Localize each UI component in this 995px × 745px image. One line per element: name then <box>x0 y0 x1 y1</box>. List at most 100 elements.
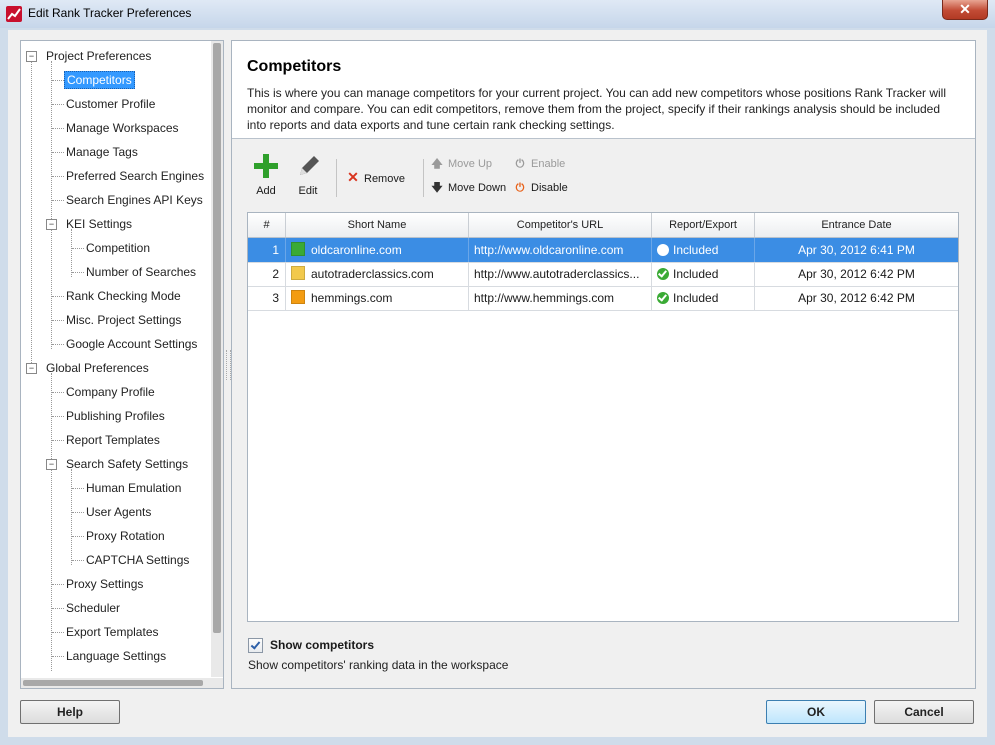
tree-item-captcha-settings[interactable]: CAPTCHA Settings <box>86 550 189 570</box>
tree-item-google-account-settings[interactable]: Google Account Settings <box>66 334 197 354</box>
scrollbar-thumb[interactable] <box>23 680 203 686</box>
tree-item-language-settings[interactable]: Language Settings <box>66 646 166 666</box>
entrance-date-cell: Apr 30, 2012 6:42 PM <box>798 291 915 305</box>
tree-item-export-templates[interactable]: Export Templates <box>66 622 159 642</box>
disable-button[interactable]: ⏻ Disable <box>513 179 568 197</box>
power-icon: ⏻ <box>515 182 525 194</box>
included-check-icon <box>657 244 669 256</box>
move-down-button[interactable]: 🡇 Move Down <box>430 179 506 197</box>
panel-header: Competitors This is where you can manage… <box>232 41 975 139</box>
tree-item-misc-project-settings[interactable]: Misc. Project Settings <box>66 310 181 330</box>
tree-line <box>52 200 64 201</box>
column-header-url[interactable]: Competitor's URL <box>469 213 652 237</box>
tree-line <box>71 229 72 277</box>
dialog-client-area: − Project Preferences Competitors Custom… <box>8 30 987 737</box>
table-row[interactable]: 3 hemmings.com http://www.hemmings.com I… <box>248 286 958 311</box>
arrow-up-icon: 🡅 <box>431 158 443 170</box>
tree-horizontal-scrollbar[interactable] <box>21 678 223 688</box>
tree-item-competitors[interactable]: Competitors <box>64 70 135 90</box>
short-name-cell: oldcaronline.com <box>286 238 469 262</box>
tree-line <box>31 61 32 373</box>
power-icon: ⏻ <box>515 158 525 170</box>
report-status-text: Included <box>673 243 719 257</box>
column-header-report-export[interactable]: Report/Export <box>652 213 755 237</box>
report-status-text: Included <box>673 267 719 281</box>
cancel-button[interactable]: Cancel <box>874 700 974 724</box>
add-competitor-button[interactable]: Add <box>246 151 286 201</box>
included-check-icon <box>657 292 669 304</box>
tree-item-competition[interactable]: Competition <box>86 238 150 258</box>
remove-x-icon: ✕ <box>347 169 359 185</box>
column-header-entrance-date[interactable]: Entrance Date <box>755 213 958 237</box>
entrance-date-cell: Apr 30, 2012 6:42 PM <box>798 267 915 281</box>
tree-item-proxy-settings[interactable]: Proxy Settings <box>66 574 143 594</box>
short-name-cell: hemmings.com <box>286 286 469 310</box>
move-up-label: Move Up <box>448 158 493 170</box>
report-export-cell[interactable]: Included <box>652 286 755 310</box>
competitors-table: # Short Name Competitor's URL Report/Exp… <box>247 212 959 622</box>
short-name-text: autotraderclassics.com <box>311 267 434 281</box>
tree-item-proxy-rotation[interactable]: Proxy Rotation <box>86 526 165 546</box>
tree-line <box>52 176 64 177</box>
row-number: 1 <box>248 238 286 262</box>
tree-item-human-emulation[interactable]: Human Emulation <box>86 478 181 498</box>
remove-competitor-button[interactable]: ✕ Remove <box>346 168 405 186</box>
tree-line <box>52 416 64 417</box>
tree-item-user-agents[interactable]: User Agents <box>86 502 151 522</box>
rank-tracker-app-icon <box>6 6 22 22</box>
tree-item-project-preferences[interactable]: Project Preferences <box>46 46 151 66</box>
show-competitors-description: Show competitors' ranking data in the wo… <box>248 658 509 672</box>
move-up-button[interactable]: 🡅 Move Up <box>430 155 492 173</box>
close-window-button[interactable]: ✕ <box>942 0 988 20</box>
column-header-short-name[interactable]: Short Name <box>286 213 469 237</box>
tree-item-report-templates[interactable]: Report Templates <box>66 430 160 450</box>
tree-item-manage-workspaces[interactable]: Manage Workspaces <box>66 118 179 138</box>
ok-button[interactable]: OK <box>766 700 866 724</box>
tree-item-kei-settings[interactable]: KEI Settings <box>66 214 132 234</box>
scrollbar-thumb[interactable] <box>213 43 221 633</box>
collapse-kei-settings-toggle[interactable]: − <box>46 219 57 230</box>
competitors-toolbar: Add Edit ✕ Remove 🡅 Move Up 🡇 Move Down … <box>246 151 946 203</box>
tree-line <box>72 248 84 249</box>
collapse-project-preferences-toggle[interactable]: − <box>26 51 37 62</box>
title-bar: Edit Rank Tracker Preferences ✕ <box>0 0 995 28</box>
page-description: This is where you can manage competitors… <box>247 86 946 132</box>
column-header-number[interactable]: # <box>248 213 286 237</box>
show-competitors-checkbox[interactable] <box>248 638 263 653</box>
url-cell: http://www.autotraderclassics... <box>469 262 652 286</box>
tree-item-rank-checking-mode[interactable]: Rank Checking Mode <box>66 286 181 306</box>
tree-line <box>52 392 64 393</box>
tree-vertical-scrollbar[interactable] <box>211 41 223 677</box>
tree-item-number-of-searches[interactable]: Number of Searches <box>86 262 196 282</box>
tree-item-customer-profile[interactable]: Customer Profile <box>66 94 155 114</box>
report-export-cell[interactable]: Included <box>652 238 755 262</box>
short-name-text: hemmings.com <box>311 291 393 305</box>
collapse-global-preferences-toggle[interactable]: − <box>26 363 37 374</box>
collapse-search-safety-settings-toggle[interactable]: − <box>46 459 57 470</box>
tree-item-scheduler[interactable]: Scheduler <box>66 598 120 618</box>
tree-line <box>52 128 64 129</box>
plus-icon <box>254 154 278 178</box>
help-button[interactable]: Help <box>20 700 120 724</box>
tree-line <box>52 296 64 297</box>
table-row[interactable]: 1 oldcaronline.com http://www.oldcaronli… <box>248 238 958 263</box>
tree-item-publishing-profiles[interactable]: Publishing Profiles <box>66 406 165 426</box>
tree-item-search-safety-settings[interactable]: Search Safety Settings <box>66 454 188 474</box>
edit-competitor-button[interactable]: Edit <box>288 151 328 201</box>
tree-item-company-profile[interactable]: Company Profile <box>66 382 155 402</box>
tree-item-global-preferences[interactable]: Global Preferences <box>46 358 149 378</box>
tree-line <box>72 512 84 513</box>
enable-label: Enable <box>531 158 566 170</box>
table-header: # Short Name Competitor's URL Report/Exp… <box>248 213 958 238</box>
enable-button[interactable]: ⏻ Enable <box>513 155 566 173</box>
tree-item-search-engines-api-keys[interactable]: Search Engines API Keys <box>66 190 203 210</box>
show-competitors-label: Show competitors <box>270 638 375 652</box>
tree-item-manage-tags[interactable]: Manage Tags <box>66 142 138 162</box>
report-export-cell[interactable]: Included <box>652 262 755 286</box>
toolbar-separator <box>336 159 337 197</box>
tree-item-preferred-search-engines[interactable]: Preferred Search Engines <box>66 166 204 186</box>
competitor-color-swatch <box>291 290 305 304</box>
table-row[interactable]: 2 autotraderclassics.com http://www.auto… <box>248 262 958 287</box>
short-name-cell: autotraderclassics.com <box>286 262 469 286</box>
edit-label: Edit <box>298 185 318 197</box>
